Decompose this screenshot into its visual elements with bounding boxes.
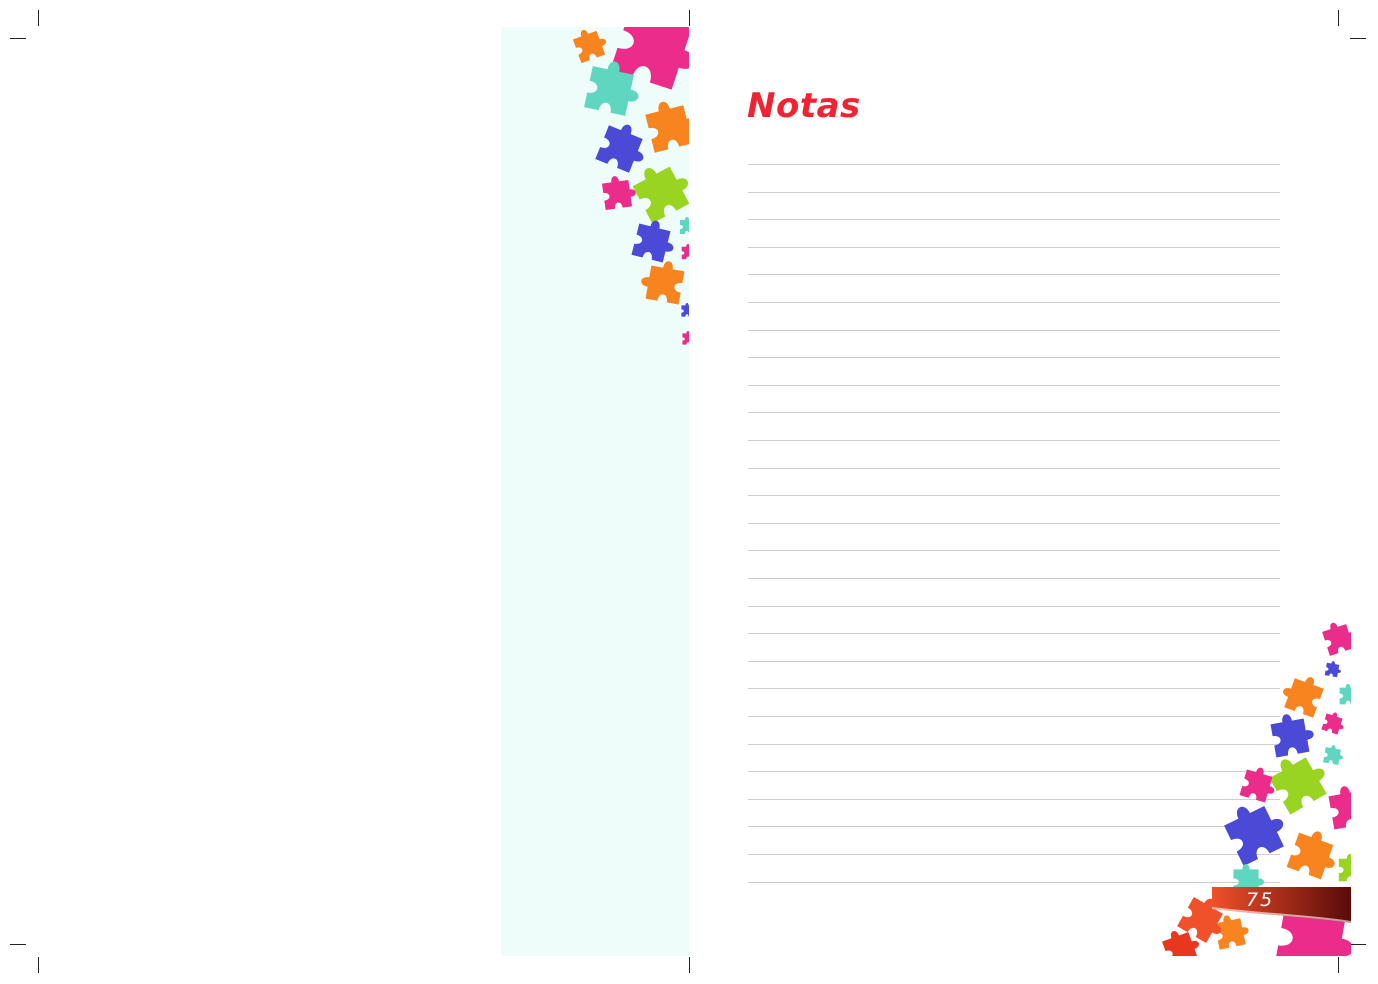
crop-mark — [1350, 944, 1366, 945]
note-line — [748, 578, 1280, 579]
note-line — [748, 523, 1280, 524]
note-line — [748, 192, 1280, 193]
note-line — [748, 302, 1280, 303]
page-title: Notas — [747, 86, 861, 126]
crop-mark — [689, 957, 690, 973]
note-line — [748, 412, 1280, 413]
puzzle-piece-icon — [571, 27, 689, 345]
note-line — [748, 357, 1280, 358]
note-line — [748, 219, 1280, 220]
crop-mark — [1338, 957, 1339, 973]
crop-mark — [1338, 10, 1339, 26]
page-number: 75 — [1246, 889, 1275, 911]
crop-mark — [10, 38, 26, 39]
note-line — [748, 247, 1280, 248]
note-line — [748, 495, 1280, 496]
note-line — [748, 385, 1280, 386]
crop-mark — [1350, 38, 1366, 39]
note-line — [748, 606, 1280, 607]
note-line — [748, 440, 1280, 441]
note-line — [748, 330, 1280, 331]
left-page-strip — [501, 27, 689, 956]
crop-mark — [689, 10, 690, 26]
crop-mark — [38, 957, 39, 973]
note-line — [748, 468, 1280, 469]
note-line — [748, 274, 1280, 275]
note-line — [748, 164, 1280, 165]
crop-mark — [38, 10, 39, 26]
note-line — [748, 550, 1280, 551]
crop-mark — [10, 944, 26, 945]
